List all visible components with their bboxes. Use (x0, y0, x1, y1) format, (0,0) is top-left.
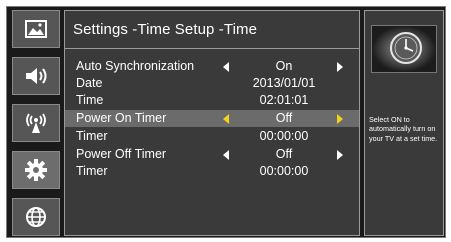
setting-value: Off (275, 147, 293, 161)
settings-panel: Settings -Time Setup -Time Auto Synchron… (64, 10, 360, 236)
sidebar-item-picture[interactable] (12, 10, 60, 48)
setting-label: Timer (76, 129, 108, 143)
setting-row-power-on-timer[interactable]: Power On Timer Off (65, 110, 359, 127)
sidebar-item-channel[interactable] (12, 104, 60, 142)
picture-icon (25, 20, 47, 38)
clock-icon (372, 26, 436, 72)
preview-image (371, 25, 437, 73)
setting-row-auto-synchronization[interactable]: Auto Synchronization On (65, 58, 359, 75)
setting-value: On (275, 59, 293, 73)
setting-value: 00:00:00 (259, 164, 309, 178)
page-title: Settings -Time Setup -Time (73, 21, 258, 38)
title-divider (65, 48, 359, 49)
setting-row-power-on-timer-time[interactable]: Timer 00:00:00 (65, 128, 359, 145)
setting-label: Power Off Timer (76, 147, 167, 161)
setting-row-time[interactable]: Time 02:01:01 (65, 92, 359, 109)
setting-label: Time (76, 93, 104, 107)
setting-row-power-off-timer[interactable]: Power Off Timer Off (65, 146, 359, 163)
broadcast-icon (26, 113, 46, 133)
setting-label: Timer (76, 164, 108, 178)
setting-label: Auto Synchronization (76, 59, 195, 73)
setting-value: 00:00:00 (259, 129, 309, 143)
globe-icon (26, 207, 46, 227)
right-arrow-icon[interactable] (337, 150, 343, 160)
setting-row-date[interactable]: Date 2013/01/01 (65, 75, 359, 92)
sidebar-item-settings[interactable] (12, 151, 60, 189)
info-panel: Select ON to automatically turn on your … (364, 10, 444, 236)
sidebar-item-sound[interactable] (12, 57, 60, 95)
speaker-icon (26, 68, 47, 84)
gear-icon (25, 159, 47, 181)
menu-sidebar (12, 10, 60, 236)
sidebar-item-network[interactable] (12, 198, 60, 236)
setting-label: Date (76, 76, 103, 90)
setting-label: Power On Timer (76, 111, 167, 125)
setting-value: 2013/01/01 (252, 76, 316, 90)
setting-value: Off (275, 111, 293, 125)
right-arrow-icon[interactable] (337, 62, 343, 72)
setting-row-power-off-timer-time[interactable]: Timer 00:00:00 (65, 163, 359, 180)
right-arrow-icon[interactable] (337, 114, 343, 124)
setting-value: 02:01:01 (259, 93, 309, 107)
help-text: Select ON to automatically turn on your … (369, 115, 438, 143)
